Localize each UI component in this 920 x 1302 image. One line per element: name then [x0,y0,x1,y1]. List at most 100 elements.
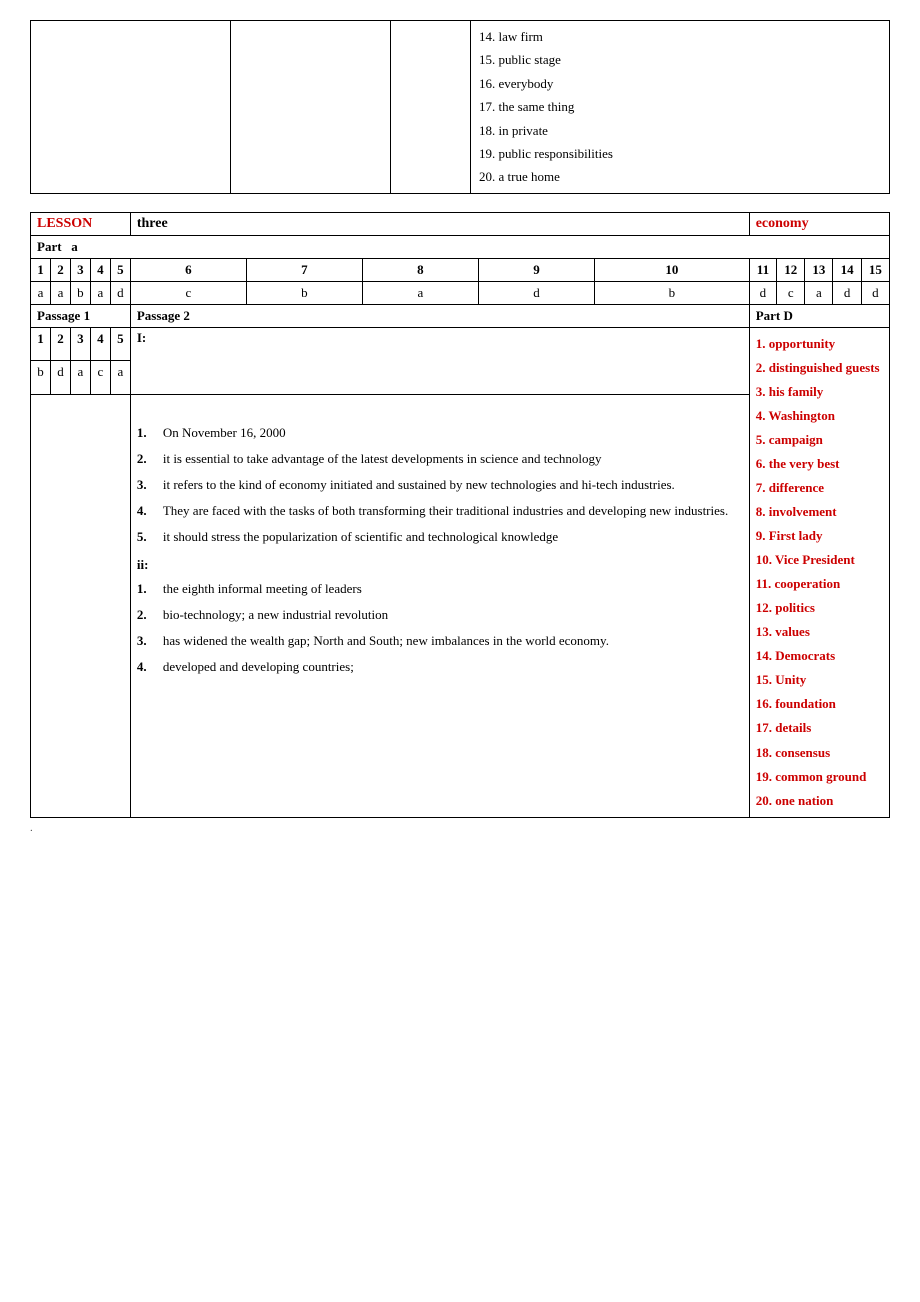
passage2-ii-item-num-3: 3. [137,629,159,653]
part-d-item-13: 13. values [756,620,883,644]
passage2-i-item-text-4: They are faced with the tasks of both tr… [163,499,728,523]
vocab-item-16: 16. everybody [479,72,881,95]
passage2-i-item-3: 3.it refers to the kind of economy initi… [137,473,743,497]
ans-6: c [130,281,246,304]
passage1-blank-area [31,394,131,817]
three-label: three [130,212,749,235]
economy-label: economy [749,212,889,235]
num-7: 7 [246,258,362,281]
top-vocab-table: 14. law firm 15. public stage 16. everyb… [30,20,890,194]
num-3: 3 [70,258,90,281]
passage2-i-item-num-2: 2. [137,447,159,471]
ans-15: d [861,281,889,304]
vocab-item-19: 19. public responsibilities [479,142,881,165]
vocab-item-17: 17. the same thing [479,95,881,118]
ans-2: a [50,281,70,304]
p1-ans-4: c [90,361,110,395]
ans-7: b [246,281,362,304]
p1-ans-5: a [110,361,130,395]
part-d-item-7: 7. difference [756,476,883,500]
num-14: 14 [833,258,861,281]
vocab-list: 14. law firm 15. public stage 16. everyb… [471,21,890,194]
page-footer: . [30,822,890,834]
part-d-item-11: 11. cooperation [756,572,883,596]
passage2-i-item-text-5: it should stress the popularization of s… [163,525,558,549]
passage2-ii-item-2: 2.bio-technology; a new industrial revol… [137,603,743,627]
ans-8: a [362,281,478,304]
p1-num-1: 1 [31,327,51,361]
num-9: 9 [478,258,594,281]
passage2-i-item-num-5: 5. [137,525,159,549]
p1-ans-1: b [31,361,51,395]
part-d-item-4: 4. Washington [756,404,883,428]
num-8: 8 [362,258,478,281]
ans-5: d [110,281,130,304]
part-a-label: Part a [31,235,890,258]
passage2-i-item-4: 4.They are faced with the tasks of both … [137,499,743,523]
num-1: 1 [31,258,51,281]
passage2-i-item-1: 1.On November 16, 2000 [137,421,743,445]
passage2-i-item-5: 5.it should stress the popularization of… [137,525,743,549]
main-answer-table: LESSON three economy Part a 1 2 3 4 5 6 … [30,212,890,818]
passage2-ii-item-text-2: bio-technology; a new industrial revolut… [163,603,388,627]
part-d-content: 1. opportunity2. distinguished guests3. … [749,327,889,817]
passage1-label: Passage 1 [31,304,131,327]
ans-13: a [805,281,833,304]
part-d-item-17: 17. details [756,716,883,740]
part-d-item-1: 1. opportunity [756,332,883,356]
num-15: 15 [861,258,889,281]
num-13: 13 [805,258,833,281]
part-d-item-18: 18. consensus [756,741,883,765]
num-5: 5 [110,258,130,281]
passage2-ii-item-3: 3.has widened the wealth gap; North and … [137,629,743,653]
passage2-i-item-text-2: it is essential to take advantage of the… [163,447,602,471]
part-d-item-8: 8. involvement [756,500,883,524]
part-a-row: Part a [31,235,890,258]
part-d-item-10: 10. Vice President [756,548,883,572]
passage2-ii-item-1: 1.the eighth informal meeting of leaders [137,577,743,601]
passage2-ii-item-text-1: the eighth informal meeting of leaders [163,577,362,601]
num-11: 11 [749,258,776,281]
ans-11: d [749,281,776,304]
passage2-ii-item-num-4: 4. [137,655,159,679]
part-d-item-16: 16. foundation [756,692,883,716]
ans-9: d [478,281,594,304]
lesson-label: LESSON [31,212,131,235]
part-d-item-5: 5. campaign [756,428,883,452]
passage2-i-item-num-4: 4. [137,499,159,523]
part-d-item-2: 2. distinguished guests [756,356,883,380]
passage-labels-row: Passage 1 Passage 2 Part D [31,304,890,327]
part-d-item-12: 12. politics [756,596,883,620]
passage2-i-item-2: 2.it is essential to take advantage of t… [137,447,743,471]
p1-ans-2: d [50,361,70,395]
passage1-numbers-row: 1 2 3 4 5 I: 1. opportunity2. distinguis… [31,327,890,361]
ans-14: d [833,281,861,304]
passage2-label: Passage 2 [130,304,749,327]
num-12: 12 [777,258,805,281]
num-4: 4 [90,258,110,281]
passage2-ii-item-num-2: 2. [137,603,159,627]
part-d-item-3: 3. his family [756,380,883,404]
p1-num-5: 5 [110,327,130,361]
ans-12: c [777,281,805,304]
part-a-numbers-row: 1 2 3 4 5 6 7 8 9 10 11 12 13 14 15 [31,258,890,281]
passage2-ii-item-text-3: has widened the wealth gap; North and So… [163,629,609,653]
passage2-content-area: 1.On November 16, 20002.it is essential … [130,394,749,817]
part-d-label: Part D [749,304,889,327]
passage2-ii-item-text-4: developed and developing countries; [163,655,354,679]
vocab-item-18: 18. in private [479,119,881,142]
p1-num-2: 2 [50,327,70,361]
part-d-item-14: 14. Democrats [756,644,883,668]
passage2-i-item-num-1: 1. [137,421,159,445]
part-d-item-9: 9. First lady [756,524,883,548]
lesson-header-row: LESSON three economy [31,212,890,235]
num-6: 6 [130,258,246,281]
vocab-item-15: 15. public stage [479,48,881,71]
ans-4: a [90,281,110,304]
part-d-item-6: 6. the very best [756,452,883,476]
part-d-item-20: 20. one nation [756,789,883,813]
ans-3: b [70,281,90,304]
p1-num-3: 3 [70,327,90,361]
num-2: 2 [50,258,70,281]
ans-1: a [31,281,51,304]
